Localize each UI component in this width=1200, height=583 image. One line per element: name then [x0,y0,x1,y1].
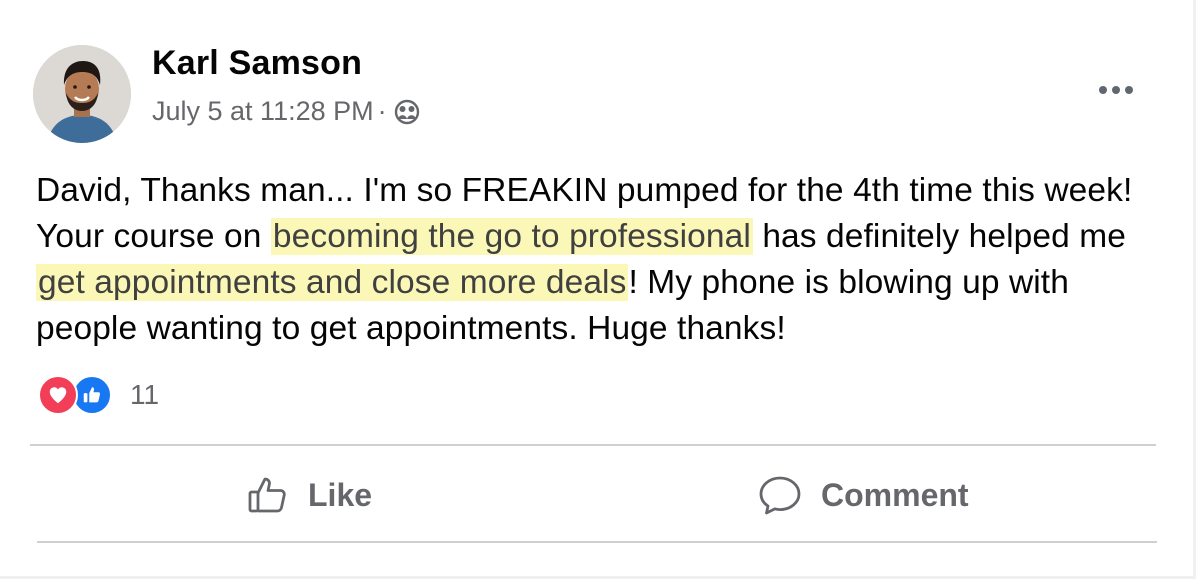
more-options-icon[interactable] [1092,72,1140,108]
like-icon [72,375,112,415]
post-text-segment: has definitely helped me [752,218,1127,255]
comment-button[interactable]: Comment [757,466,969,524]
friends-icon[interactable] [393,98,421,126]
like-button[interactable]: Like [246,466,372,524]
love-icon [38,375,78,415]
highlighted-text: becoming the go to professional [270,218,753,255]
comment-bubble-icon [757,473,803,517]
divider [30,444,1156,446]
more-dot [1112,86,1120,94]
author-name[interactable]: Karl Samson [152,44,362,83]
post-timestamp[interactable]: July 5 at 11:28 PM [152,96,374,127]
avatar-photo [33,45,131,143]
highlighted-text: get appointments and close more deals [36,264,629,301]
post-meta: July 5 at 11:28 PM · [152,96,421,127]
more-dot [1125,86,1133,94]
post-text: David, Thanks man... I'm so FREAKIN pump… [36,168,1156,352]
more-dot [1099,86,1107,94]
meta-separator: · [377,96,387,126]
like-label: Like [308,476,373,513]
reaction-count: 11 [130,379,160,410]
divider [37,541,1157,543]
reactions-summary[interactable]: 11 [38,375,159,415]
comment-label: Comment [821,476,969,513]
post-card: Karl Samson July 5 at 11:28 PM · David, … [0,0,1196,579]
post: Karl Samson July 5 at 11:28 PM · David, … [0,0,1200,583]
avatar[interactable] [33,45,131,143]
thumbs-up-icon [246,473,290,517]
